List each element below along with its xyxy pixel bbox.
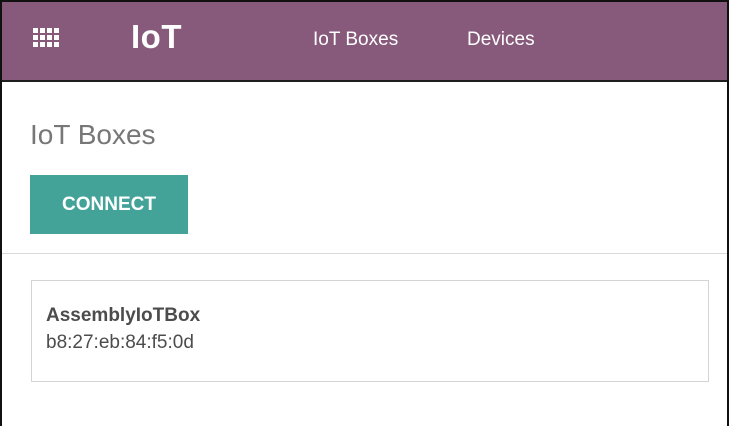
top-navbar: IoT IoT Boxes Devices [2, 2, 727, 82]
page-title: IoT Boxes [30, 119, 156, 150]
app-brand[interactable]: IoT [131, 18, 182, 56]
menu-item-iot-boxes[interactable]: IoT Boxes [313, 28, 398, 52]
connect-button[interactable]: CONNECT [30, 175, 188, 234]
iot-box-card[interactable]: AssemblyIoTBox b8:27:eb:84:f5:0d [31, 280, 709, 382]
menu-item-devices[interactable]: Devices [467, 28, 535, 52]
apps-grid-icon[interactable] [33, 28, 59, 48]
control-panel: IoT Boxes CONNECT [2, 82, 727, 254]
iot-box-identifier: b8:27:eb:84:f5:0d [46, 332, 194, 353]
iot-box-name: AssemblyIoTBox [46, 305, 201, 326]
kanban-view: AssemblyIoTBox b8:27:eb:84:f5:0d [2, 254, 727, 424]
